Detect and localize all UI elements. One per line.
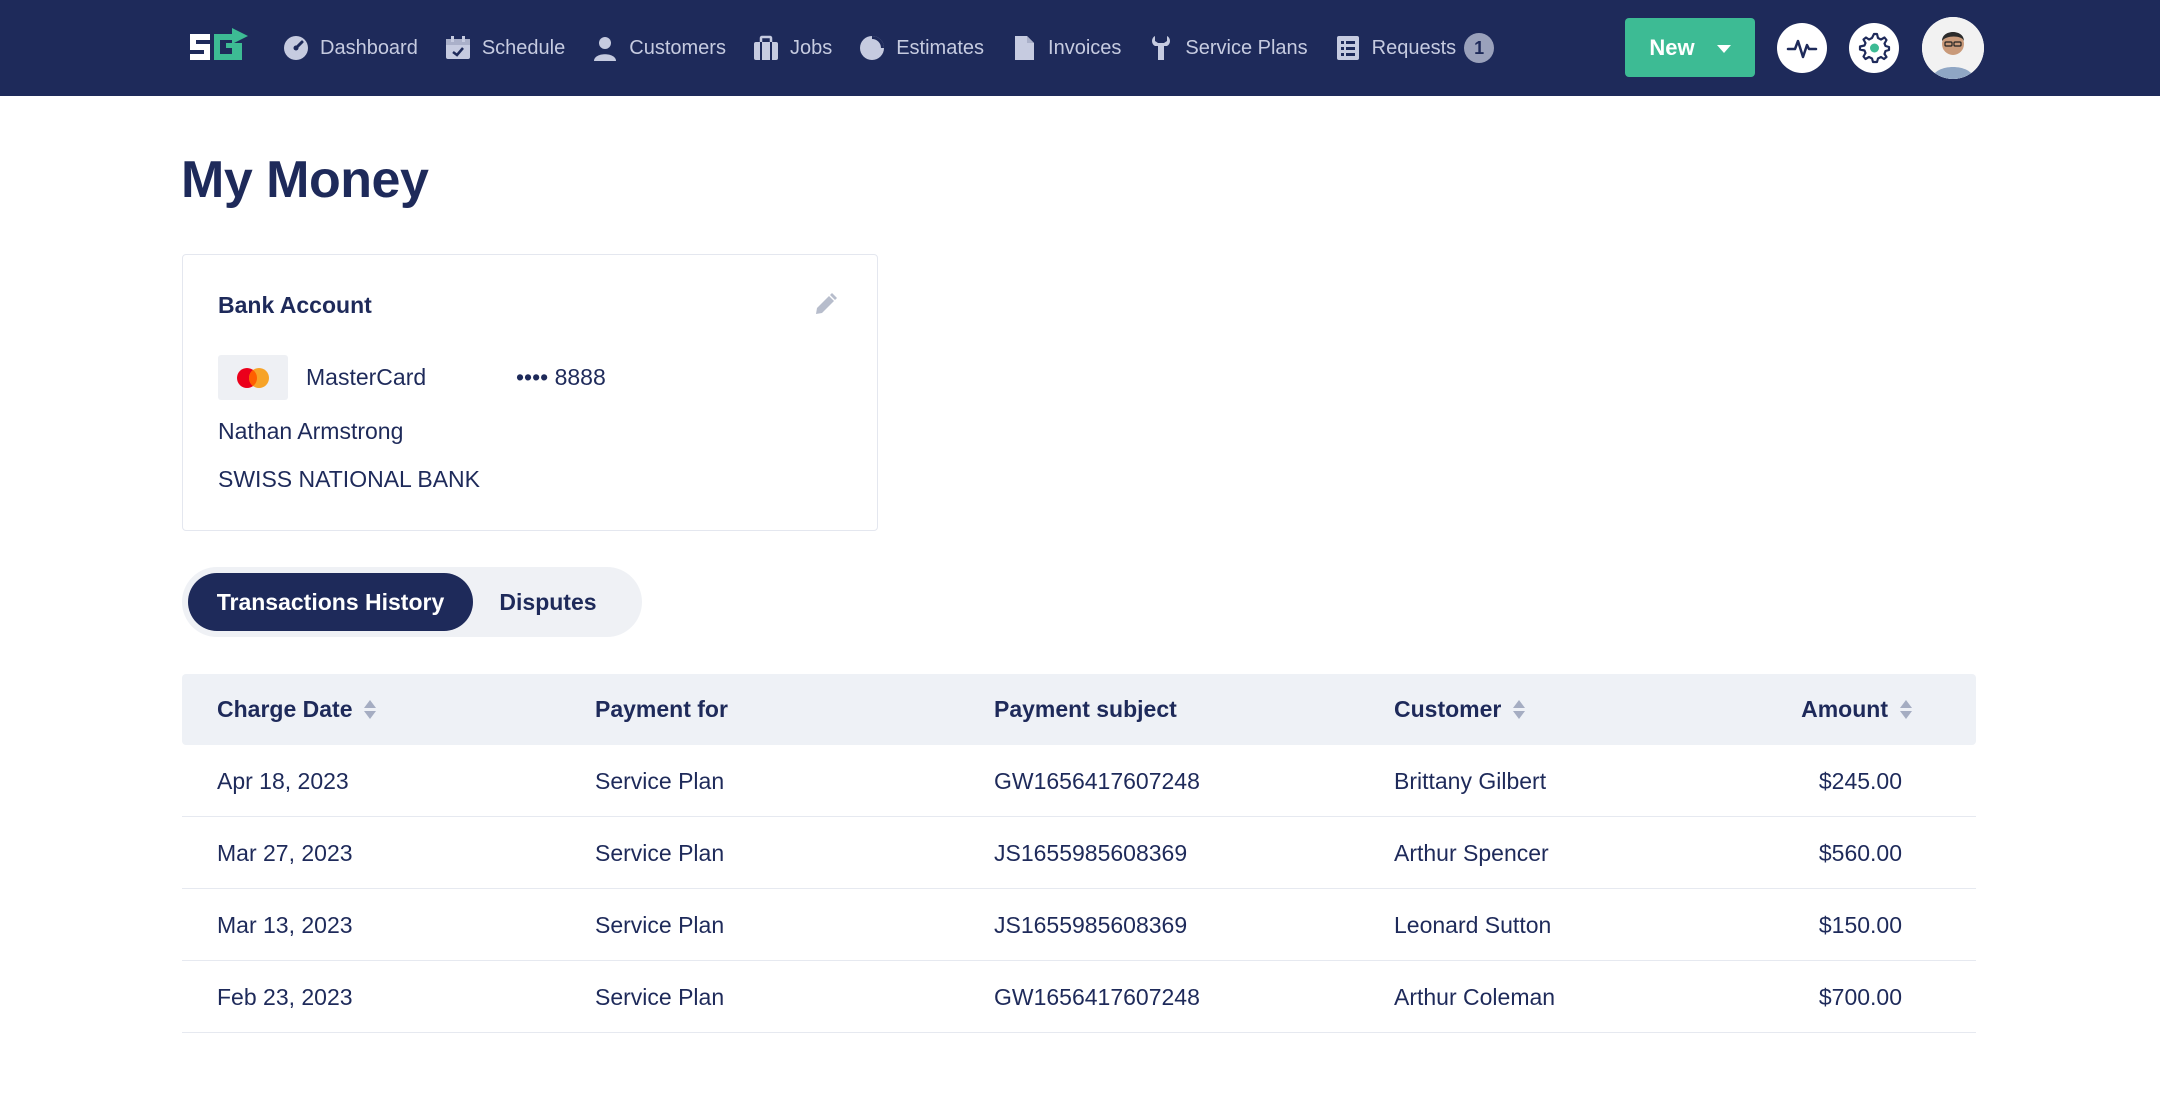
- tab-disputes[interactable]: Disputes: [473, 573, 623, 631]
- table-header: Charge Date Payment for Payment subject …: [182, 674, 1976, 745]
- document-icon: [1010, 34, 1038, 62]
- nav-label: Estimates: [896, 36, 985, 59]
- nav-label: Dashboard: [320, 36, 418, 59]
- user-icon: [591, 34, 619, 62]
- cell-amount: $700.00: [1818, 983, 1902, 1010]
- nav-item-customers[interactable]: Customers: [591, 34, 726, 62]
- cell-payment-subject: JS1655985608369: [994, 839, 1188, 866]
- wrench-icon: [1147, 34, 1175, 62]
- sort-icon: [1900, 700, 1912, 719]
- cell-customer: Arthur Coleman: [1394, 983, 1556, 1010]
- bank-name: SWISS NATIONAL BANK: [218, 466, 480, 492]
- cell-payment-subject: GW1656417607248: [994, 767, 1200, 794]
- new-button[interactable]: New: [1625, 18, 1755, 77]
- cell-customer: Arthur Spencer: [1394, 839, 1549, 866]
- header-label: Charge Date: [217, 696, 353, 722]
- nav-label: Requests: [1371, 36, 1457, 59]
- page-title: My Money: [181, 151, 429, 209]
- header-label: Amount: [1801, 696, 1888, 722]
- card-brand: MasterCard: [306, 364, 427, 390]
- table-row[interactable]: Feb 23, 2023 Service Plan GW165641760724…: [182, 961, 1976, 1033]
- dashboard-icon: [282, 34, 310, 62]
- nav-item-service-plans[interactable]: Service Plans: [1147, 34, 1308, 62]
- nav-item-invoices[interactable]: Invoices: [1010, 34, 1121, 62]
- list-icon: [1334, 34, 1362, 62]
- transactions-table: Charge Date Payment for Payment subject …: [182, 674, 1976, 1033]
- cell-payment-for: Service Plan: [595, 839, 725, 866]
- cell-charge-date: Apr 18, 2023: [217, 767, 349, 794]
- header-charge-date[interactable]: Charge Date: [217, 674, 377, 745]
- account-holder-name: Nathan Armstrong: [218, 418, 404, 444]
- table-row[interactable]: Apr 18, 2023 Service Plan GW165641760724…: [182, 745, 1976, 817]
- pencil-icon[interactable]: [811, 291, 839, 319]
- gear-icon: [1858, 32, 1891, 64]
- mastercard-icon: [218, 355, 288, 400]
- cell-charge-date: Mar 13, 2023: [217, 911, 353, 938]
- app-logo[interactable]: [186, 26, 252, 68]
- cell-payment-for: Service Plan: [595, 983, 725, 1010]
- user-avatar[interactable]: [1922, 17, 1984, 79]
- sort-icon: [1513, 700, 1526, 719]
- pie-icon: [858, 34, 886, 62]
- cell-payment-subject: JS1655985608369: [994, 911, 1188, 938]
- briefcase-icon: [752, 34, 780, 62]
- cell-payment-for: Service Plan: [595, 767, 725, 794]
- cell-payment-subject: GW1656417607248: [994, 983, 1200, 1010]
- cell-amount: $560.00: [1818, 839, 1902, 866]
- header-label: Payment subject: [994, 696, 1177, 722]
- nav-label: Invoices: [1048, 36, 1122, 59]
- money-tabs: Transactions History Disputes: [182, 567, 642, 637]
- activity-icon: [1786, 39, 1818, 59]
- card-masked-number: •••• 8888: [516, 364, 606, 390]
- table-row[interactable]: Mar 27, 2023 Service Plan JS165598560836…: [182, 817, 1976, 889]
- header-payment-subject: Payment subject: [994, 674, 1177, 745]
- cell-customer: Brittany Gilbert: [1394, 767, 1547, 794]
- nav-item-dashboard[interactable]: Dashboard: [282, 34, 418, 62]
- cell-charge-date: Feb 23, 2023: [217, 983, 353, 1010]
- header-customer[interactable]: Customer: [1394, 674, 1526, 745]
- sort-icon: [364, 700, 377, 719]
- table-row[interactable]: Mar 13, 2023 Service Plan JS165598560836…: [182, 889, 1976, 961]
- caret-down-icon: [1716, 45, 1731, 53]
- calendar-icon: [444, 34, 472, 62]
- nav-label: Service Plans: [1185, 36, 1308, 59]
- nav-item-requests[interactable]: Requests 1: [1334, 33, 1495, 63]
- cell-amount: $150.00: [1818, 911, 1902, 938]
- requests-count-badge: 1: [1464, 33, 1495, 63]
- cell-customer: Leonard Sutton: [1394, 911, 1552, 938]
- nav-label: Jobs: [789, 36, 833, 59]
- top-navigation-bar: Dashboard Schedule Customers Jobs Estima…: [0, 0, 2160, 96]
- header-payment-for: Payment for: [595, 674, 728, 745]
- new-button-label: New: [1649, 34, 1695, 60]
- card-title: Bank Account: [218, 292, 372, 318]
- cell-charge-date: Mar 27, 2023: [217, 839, 353, 866]
- header-label: Payment for: [595, 696, 728, 722]
- cell-amount: $245.00: [1818, 767, 1902, 794]
- tab-transactions-history[interactable]: Transactions History: [188, 573, 473, 631]
- cell-payment-for: Service Plan: [595, 911, 725, 938]
- nav-label: Schedule: [481, 36, 566, 59]
- nav-label: Customers: [629, 36, 726, 59]
- bank-account-card: Bank Account MasterCard •••• 8888 Nathan…: [182, 254, 878, 531]
- nav-item-schedule[interactable]: Schedule: [444, 34, 565, 62]
- settings-button[interactable]: [1849, 23, 1899, 73]
- nav-item-jobs[interactable]: Jobs: [752, 34, 832, 62]
- activity-button[interactable]: [1777, 23, 1827, 73]
- header-amount[interactable]: Amount: [1801, 674, 1912, 745]
- nav-item-estimates[interactable]: Estimates: [858, 34, 984, 62]
- header-label: Customer: [1394, 696, 1502, 722]
- main-nav: Dashboard Schedule Customers Jobs Estima…: [282, 0, 1520, 96]
